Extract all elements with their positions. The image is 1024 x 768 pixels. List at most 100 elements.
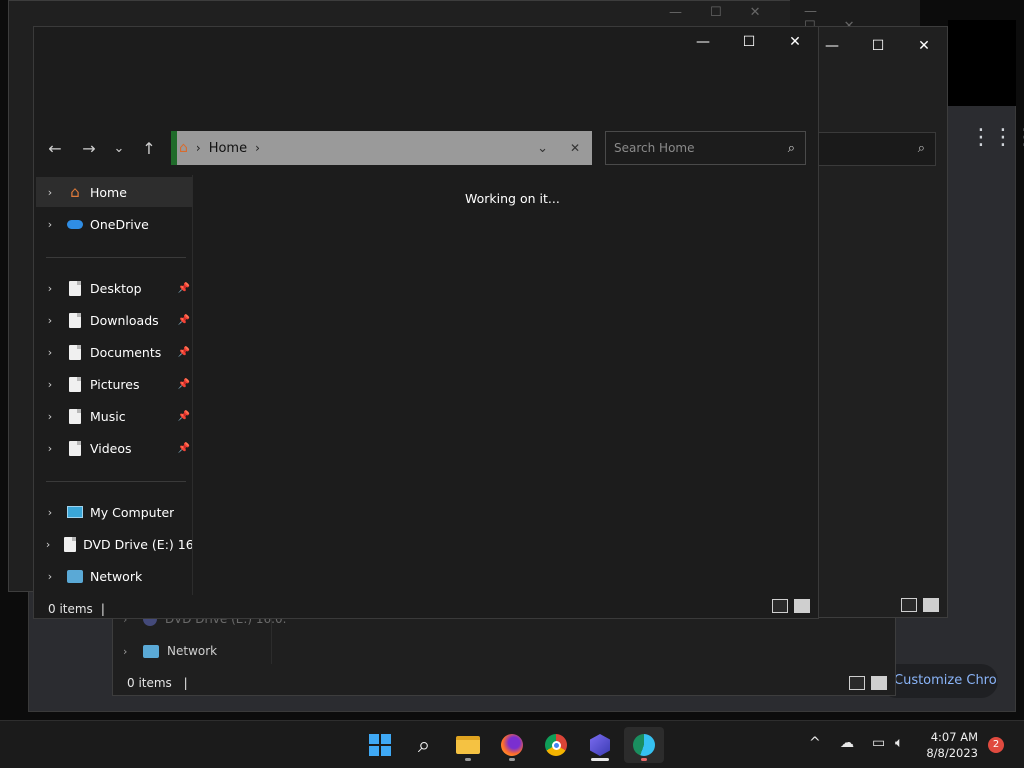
chevron-right-icon[interactable]: › [36, 538, 60, 551]
file-icon [64, 280, 86, 296]
pin-icon: 📌 [177, 282, 190, 294]
address-bar[interactable]: ⌂ › Home › ⌄ ✕ [171, 131, 592, 165]
nav-item-network[interactable]: › Network [36, 561, 192, 591]
taskbar-search-button[interactable]: ⌕ [404, 727, 444, 763]
address-dropdown-button[interactable]: ⌄ [537, 141, 548, 156]
chevron-right-icon[interactable]: › [36, 506, 64, 519]
chevron-right-icon[interactable]: › [36, 314, 64, 327]
nav-item-label: OneDrive [90, 216, 149, 232]
taskbar-running-indicator [641, 758, 647, 761]
onedrive-cloud-icon [64, 219, 86, 229]
chevron-right-icon[interactable]: › [36, 442, 64, 455]
taskbar-chrome[interactable] [536, 727, 576, 763]
chevron-right-icon[interactable]: › [36, 346, 64, 359]
back-nav-network: › Network [123, 644, 217, 658]
chevron-right-icon[interactable]: › [36, 378, 64, 391]
chevron-right-icon[interactable]: › [36, 282, 64, 295]
edge-icon [633, 734, 655, 756]
start-button[interactable] [360, 727, 400, 763]
details-view-icon[interactable] [901, 598, 917, 612]
minimize-button[interactable]: — [680, 27, 726, 57]
nav-divider [46, 481, 186, 482]
chevron-right-icon: › [123, 644, 128, 658]
network-icon [143, 644, 159, 658]
tiles-view-icon[interactable] [794, 599, 810, 613]
back-status-items: 0 items [127, 676, 172, 690]
tiles-view-icon[interactable] [871, 676, 887, 690]
taskbar-app[interactable] [580, 727, 620, 763]
nav-item-desktop[interactable]: › Desktop 📌 [36, 273, 192, 303]
network-status-icon[interactable]: ▭ [872, 735, 885, 751]
nav-item-documents[interactable]: › Documents 📌 [36, 337, 192, 367]
address-clear-button[interactable]: ✕ [570, 141, 580, 155]
breadcrumb-home[interactable]: Home [209, 141, 247, 156]
chevron-right-icon[interactable]: › [255, 141, 260, 155]
maximize-button[interactable]: ☐ [855, 31, 901, 61]
navigation-pane: › ⌂ Home › OneDrive › Desktop 📌 › Downlo… [34, 175, 194, 595]
folder-icon [456, 736, 480, 754]
windows-start-icon [369, 734, 391, 756]
navigation-toolbar: ← → ⌄ ↑ [40, 133, 164, 163]
file-icon [64, 408, 86, 424]
cloud-offline-icon[interactable]: ☁ [840, 735, 854, 751]
tiles-view-icon[interactable] [923, 598, 939, 612]
nav-item-pictures[interactable]: › Pictures 📌 [36, 369, 192, 399]
chevron-right-icon[interactable]: › [36, 186, 64, 199]
firefox-icon [501, 734, 523, 756]
nav-item-downloads[interactable]: › Downloads 📌 [36, 305, 192, 335]
nav-item-my-computer[interactable]: › My Computer [36, 497, 192, 527]
file-icon [60, 536, 79, 552]
taskbar-firefox[interactable] [492, 727, 532, 763]
taskbar-file-explorer[interactable] [448, 727, 488, 763]
forward-button[interactable]: → [74, 133, 104, 163]
back-nav-network-label: Network [167, 644, 218, 658]
search-input[interactable]: Search Home ⌕ [605, 131, 806, 165]
taskbar: ⌕ ^ ☁ ▭ 🔈︎ 4:07 AM 8/8/2023 2 [0, 720, 1024, 768]
details-view-icon[interactable] [849, 676, 865, 690]
maximize-button[interactable]: ☐ [726, 27, 772, 57]
details-view-icon[interactable] [772, 599, 788, 613]
nav-divider [46, 257, 186, 258]
customize-chrome-button[interactable]: Customize Chrome [880, 664, 998, 698]
view-toggles [772, 599, 810, 613]
chevron-right-icon[interactable]: › [36, 218, 64, 231]
back-status-bar: 0 items | [127, 676, 188, 690]
back-status-cursor: | [183, 676, 188, 690]
background-dark-region [948, 20, 1016, 106]
close-button[interactable]: ✕ [901, 31, 947, 61]
right-search-box[interactable]: ⌕ [818, 132, 936, 166]
purple-hex-icon [590, 734, 610, 756]
nav-item-home[interactable]: › ⌂ Home [36, 177, 192, 207]
file-explorer-window: — ☐ ✕ ← → ⌄ ↑ ⌂ › Home › ⌄ ✕ Search Home… [33, 26, 819, 619]
apps-grid-icon[interactable]: ⋮⋮⋮ [970, 126, 1024, 150]
close-button[interactable]: ✕ [772, 27, 818, 57]
nav-item-music[interactable]: › Music 📌 [36, 401, 192, 431]
chevron-right-icon[interactable]: › [36, 410, 64, 423]
notification-badge[interactable]: 2 [988, 737, 1004, 753]
right-view-toggles [901, 598, 939, 612]
nav-item-onedrive[interactable]: › OneDrive [36, 209, 192, 239]
chevron-right-icon[interactable]: › [36, 570, 64, 583]
recent-locations-button[interactable]: ⌄ [104, 133, 134, 163]
right-window-controls: — ☐ ✕ [809, 31, 947, 61]
chevron-right-icon: › [195, 141, 201, 155]
nav-pane-divider [192, 175, 193, 595]
nav-item-label: Home [90, 184, 127, 200]
loading-message: Working on it... [465, 191, 560, 206]
show-hidden-icons-button[interactable]: ^ [809, 735, 821, 751]
search-placeholder: Search Home [614, 141, 695, 155]
nav-item-label: Network [90, 568, 143, 584]
nav-item-videos[interactable]: › Videos 📌 [36, 433, 192, 463]
back-button[interactable]: ← [40, 133, 70, 163]
taskbar-edge[interactable] [624, 727, 664, 763]
volume-icon[interactable]: 🔈︎ [895, 735, 903, 751]
search-icon: ⌕ [917, 141, 925, 156]
home-icon: ⌂ [70, 183, 80, 201]
nav-item-label: Documents [90, 344, 162, 360]
monitor-icon [64, 506, 86, 518]
taskbar-clock[interactable]: 4:07 AM 8/8/2023 [918, 729, 978, 761]
up-button[interactable]: ↑ [134, 133, 164, 163]
nav-item-dvd-drive[interactable]: › DVD Drive (E:) 16.0. [36, 529, 192, 559]
file-icon [64, 312, 86, 328]
clock-date: 8/8/2023 [926, 746, 978, 760]
